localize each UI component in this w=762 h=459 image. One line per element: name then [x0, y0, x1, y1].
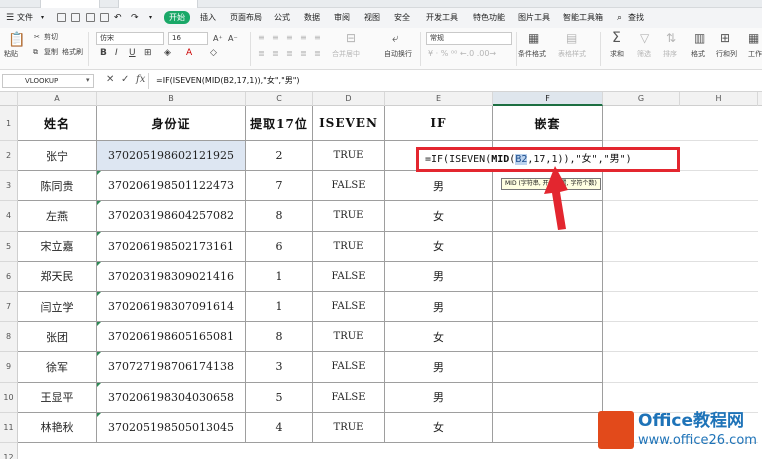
- annotation-arrow: [544, 166, 568, 230]
- red-arrow-shape: [544, 166, 568, 230]
- watermark-logo: Office教程网 www.office26.com: [596, 405, 762, 459]
- spreadsheet-window: ☰ 文件 ▾ ↶ ↷ ▾ 开始 插入 页面布局 公式 数据 审阅 视图 安全 开…: [0, 0, 762, 459]
- watermark-title: Office教程网: [638, 411, 745, 431]
- office-logo-icon: [598, 411, 634, 449]
- watermark-url: www.office26.com: [638, 433, 757, 448]
